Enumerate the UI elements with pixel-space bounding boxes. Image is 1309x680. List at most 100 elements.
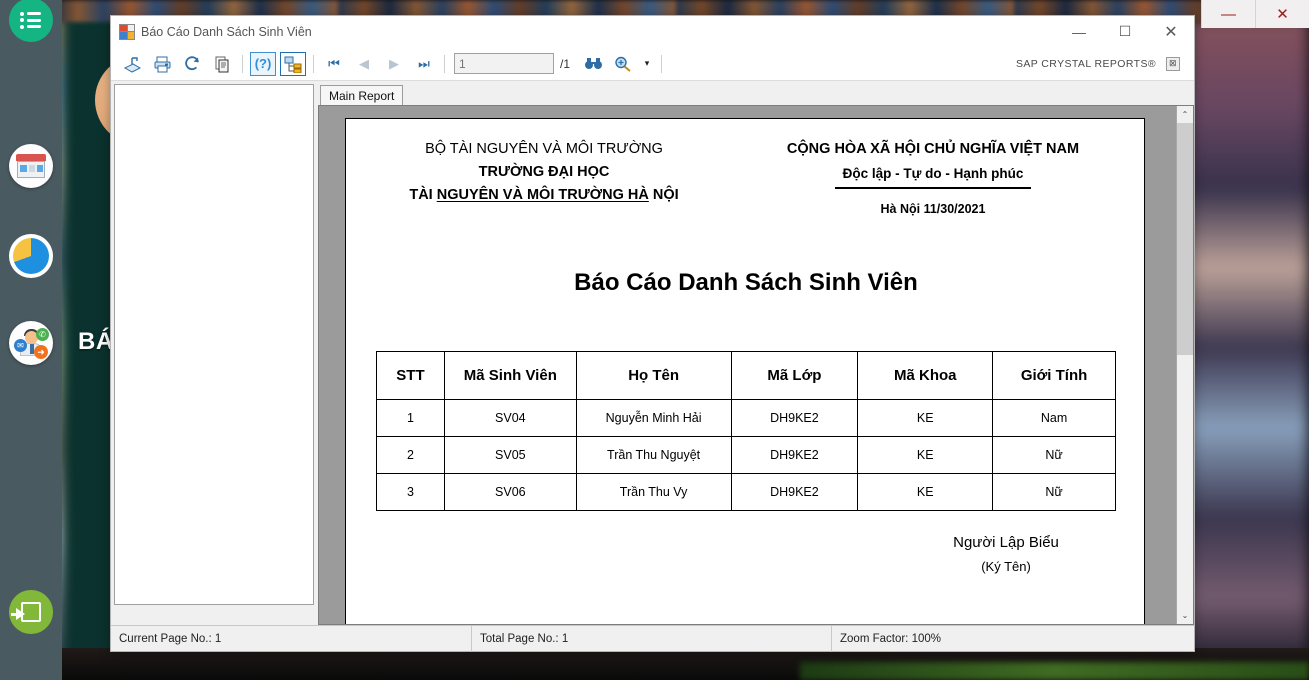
window-minimize-button[interactable]: — [1056, 16, 1102, 47]
cell-gender: Nữ [992, 436, 1116, 474]
page-number-input[interactable] [454, 53, 554, 74]
report-page: BỘ TÀI NGUYÊN VÀ MÔI TRƯỜNG TRƯỜNG ĐẠI H… [345, 118, 1145, 624]
column-header-full-name: Họ Tên [575, 351, 732, 400]
cell-gender: Nam [992, 399, 1116, 437]
column-header-faculty: Mã Khoa [857, 351, 994, 400]
column-header-stt: STT [376, 351, 445, 400]
zoom-button[interactable] [610, 52, 636, 76]
next-page-button[interactable]: ▶ [381, 52, 407, 76]
print-button[interactable] [149, 52, 175, 76]
toggle-group-tree-button[interactable] [280, 51, 306, 76]
first-page-icon: ⏮ [328, 55, 340, 71]
sidebar-item-menu[interactable] [5, 0, 57, 42]
table-row: 3 SV06 Trần Thu Vy DH9KE2 KE Nữ [376, 473, 1116, 511]
report-scroll-area: BỘ TÀI NGUYÊN VÀ MÔI TRƯỜNG TRƯỜNG ĐẠI H… [319, 106, 1176, 624]
os-minimize-button[interactable]: — [1201, 0, 1255, 28]
report-tabstrip: Main Report [314, 81, 1194, 105]
crystal-reports-viewer-window: Báo Cáo Danh Sách Sinh Viên — ☐ ✕ (?) ⏮ … [110, 15, 1195, 652]
hamburger-list-icon[interactable] [9, 0, 53, 42]
sidebar-item-support[interactable]: ✉ ✆ ➜ [5, 321, 57, 365]
report-date-line: Hà Nội 11/30/2021 [880, 201, 986, 216]
previous-page-button[interactable]: ◀ [351, 52, 377, 76]
cell-student-id: SV04 [443, 399, 577, 437]
cell-class-code: DH9KE2 [730, 399, 859, 437]
signature-title: Người Lập Biểu [953, 534, 1059, 551]
report-header-right: CỘNG HÒA XÃ HỘI CHỦ NGHĨA VIỆT NAM Độc l… [738, 141, 1128, 216]
shop-house-icon[interactable] [9, 144, 53, 188]
cell-faculty: KE [857, 473, 994, 511]
viewer-statusbar: Current Page No.: 1 Total Page No.: 1 Zo… [111, 625, 1194, 652]
report-column: Main Report BỘ TÀI NGUYÊN VÀ MÔI TRƯỜNG … [314, 81, 1194, 625]
cell-stt: 2 [376, 436, 445, 474]
sidebar-item-statistics[interactable] [5, 234, 57, 278]
signature-note: (Ký Tên) [981, 559, 1031, 574]
cell-faculty: KE [857, 399, 994, 437]
university-name-line: TÀI NGUYÊN VÀ MÔI TRƯỜNG HÀ NỘI [364, 187, 724, 203]
copy-button[interactable] [209, 52, 235, 76]
toolbar-separator [661, 54, 663, 73]
university-line: TRƯỜNG ĐẠI HỌC [478, 164, 610, 180]
sidebar-item-logout[interactable] [5, 590, 57, 634]
group-tree-panel[interactable] [114, 84, 314, 605]
window-title: Báo Cáo Danh Sách Sinh Viên [141, 24, 312, 39]
cell-class-code: DH9KE2 [730, 436, 859, 474]
os-window-controls: — ✕ [1201, 0, 1309, 28]
sap-brand-label: SAP CRYSTAL REPORTS® [1015, 57, 1156, 70]
column-header-gender: Giới Tính [992, 351, 1116, 400]
pie-chart-icon[interactable] [9, 234, 53, 278]
cell-faculty: KE [857, 436, 994, 474]
toolbar-separator [242, 54, 243, 73]
national-title-line: CỘNG HÒA XÃ HỘI CHỦ NGHĨA VIỆT NAM [786, 141, 1080, 157]
help-button[interactable]: (?) [250, 51, 276, 76]
university-name-underlined: NGUYÊN VÀ MÔI TRƯỜNG HÀ [436, 187, 649, 203]
zoom-dropdown-button[interactable]: ▾ [640, 52, 654, 76]
cell-gender: Nữ [992, 473, 1116, 511]
cell-stt: 3 [376, 473, 445, 511]
table-row: 2 SV05 Trần Thu Nguyệt DH9KE2 KE Nữ [376, 436, 1116, 474]
first-page-button[interactable]: ⏮ [321, 52, 347, 76]
app-sidebar-dock: ✉ ✆ ➜ [0, 0, 62, 680]
viewer-toolbar: (?) ⏮ ◀ ▶ ⏭ /1 [111, 47, 1194, 81]
status-zoom-factor: Zoom Factor: 100% [831, 625, 1194, 652]
report-signature-block: Người Lập Biểu (Ký Tên) [896, 534, 1116, 574]
sap-brand-close-icon[interactable]: ⊠ [1166, 56, 1180, 71]
next-page-icon: ▶ [389, 55, 399, 71]
refresh-button[interactable] [179, 52, 205, 76]
scrollbar-thumb[interactable] [1177, 123, 1193, 355]
last-page-button[interactable]: ⏭ [411, 52, 437, 76]
cell-student-id: SV06 [443, 473, 577, 511]
cell-class-code: DH9KE2 [730, 473, 859, 511]
tab-main-report[interactable]: Main Report [320, 85, 404, 105]
scroll-up-arrow-icon[interactable]: ⌃ [1177, 106, 1193, 123]
tab-main-report-label: Main Report [329, 88, 395, 103]
status-total-pages: Total Page No.: 1 [471, 625, 831, 652]
cell-full-name: Nguyễn Minh Hải [575, 399, 732, 437]
viewer-body: Main Report BỘ TÀI NGUYÊN VÀ MÔI TRƯỜNG … [111, 81, 1194, 625]
previous-page-icon: ◀ [359, 55, 369, 71]
header-divider [835, 187, 1031, 189]
find-button[interactable] [580, 52, 606, 76]
window-close-button[interactable]: ✕ [1148, 16, 1194, 47]
university-name-suffix: NỘI [648, 187, 679, 203]
table-header-row: STT Mã Sinh Viên Họ Tên Mã Lớp Mã Khoa G… [376, 351, 1116, 400]
column-header-student-id: Mã Sinh Viên [443, 351, 577, 400]
last-page-icon: ⏭ [418, 55, 430, 71]
window-titlebar[interactable]: Báo Cáo Danh Sách Sinh Viên — ☐ ✕ [111, 16, 1194, 47]
university-name-prefix: TÀI [409, 187, 437, 203]
os-close-button[interactable]: ✕ [1255, 0, 1309, 28]
ministry-line: BỘ TÀI NGUYÊN VÀ MÔI TRƯỜNG [425, 141, 663, 157]
total-pages-label: /1 [560, 56, 571, 71]
exit-arrow-icon[interactable] [9, 590, 53, 634]
support-agent-icon[interactable]: ✉ ✆ ➜ [9, 321, 53, 365]
sidebar-item-store[interactable] [5, 144, 57, 188]
sap-brand-area: SAP CRYSTAL REPORTS® ⊠ [1015, 56, 1188, 71]
toolbar-separator [313, 54, 314, 73]
scrollbar-track[interactable] [1177, 123, 1193, 607]
desktop-grass-image [800, 662, 1309, 680]
student-list-table: STT Mã Sinh Viên Họ Tên Mã Lớp Mã Khoa G… [376, 351, 1116, 511]
toolbar-separator [444, 54, 445, 73]
scroll-down-arrow-icon[interactable]: ⌄ [1177, 607, 1193, 624]
report-vertical-scrollbar[interactable]: ⌃ ⌄ [1176, 106, 1193, 624]
export-button[interactable] [119, 52, 145, 76]
window-maximize-button[interactable]: ☐ [1102, 16, 1148, 47]
